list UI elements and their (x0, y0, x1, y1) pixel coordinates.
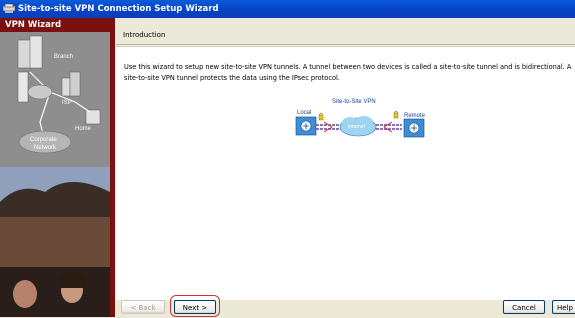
wizard-description: Use this wizard to setup new site-to-sit… (124, 63, 572, 82)
corporate-network-label-2: Network (34, 145, 57, 151)
remote-router-icon (403, 118, 425, 138)
cloud-label: Internet (348, 124, 366, 130)
window-title: Site-to-site VPN Connection Setup Wizard (18, 4, 219, 14)
cancel-button[interactable]: Cancel (503, 300, 545, 314)
local-router-icon (295, 116, 317, 136)
isp-label: ISP (62, 100, 72, 106)
wizard-sidebar: VPN Wizard Branch ISP Home Corporate Net… (0, 18, 115, 317)
network-illustration: Branch ISP Home Corporate Network (0, 32, 115, 317)
content-area: Use this wizard to setup new site-to-sit… (116, 46, 575, 300)
title-bar: Site-to-site VPN Connection Setup Wizard (0, 0, 575, 18)
section-header: Introduction (116, 28, 575, 45)
home-label: Home (75, 126, 92, 132)
back-button[interactable]: < Back (121, 300, 165, 314)
next-button[interactable]: Next > (174, 300, 216, 314)
corporate-network-label-1: Corporate (30, 137, 57, 143)
help-button[interactable]: Help (552, 300, 575, 314)
app-icon (3, 3, 15, 13)
sidebar-title: VPN Wizard (0, 18, 115, 32)
branch-label: Branch (54, 54, 73, 60)
button-bar: < Back Next > Cancel Help (116, 292, 575, 318)
wizard-main-panel: Introduction Use this wizard to setup ne… (116, 18, 575, 300)
remote-label: Remote (404, 113, 426, 119)
vpn-tunnel-left (316, 124, 339, 130)
section-title: Introduction (123, 31, 166, 39)
local-lock-icon (318, 112, 324, 121)
remote-lock-icon (393, 110, 399, 119)
vpn-diagram: Site-to-Site VPN Local Remote Internet (295, 99, 426, 138)
local-label: Local (297, 110, 311, 116)
vpn-tunnel-right (376, 124, 402, 130)
diagram-title: Site-to-Site VPN (332, 99, 376, 105)
